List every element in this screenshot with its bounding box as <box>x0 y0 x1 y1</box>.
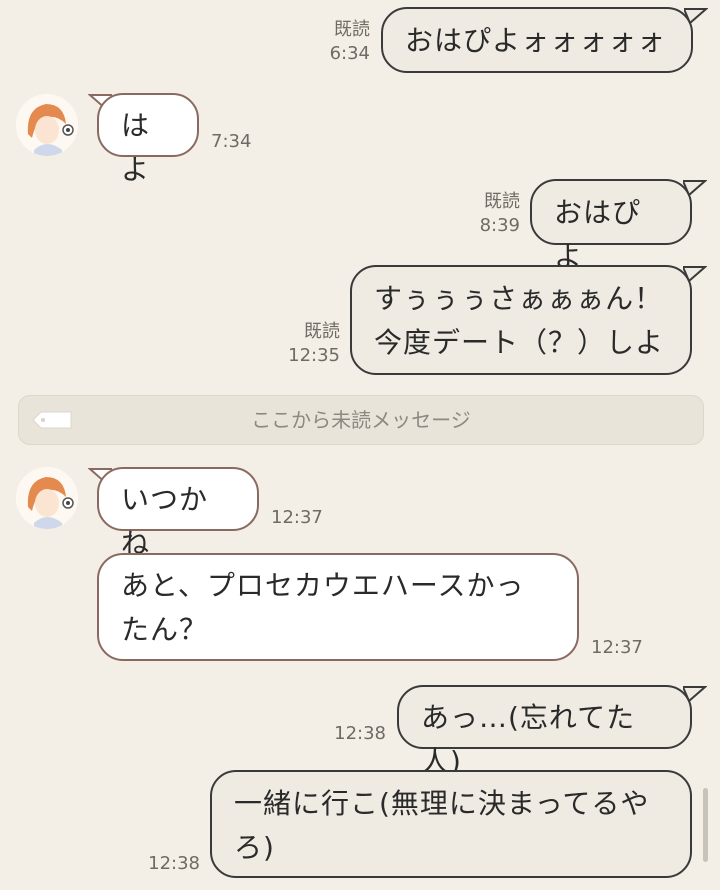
message-bubble-outgoing[interactable]: おはぴよ <box>530 179 692 273</box>
read-label: 既読 <box>484 191 520 212</box>
timestamp: 12:37 <box>271 507 323 528</box>
bubble-tail-outgoing <box>683 266 707 283</box>
read-label: 既読 <box>304 321 340 342</box>
message-text: はよ <box>121 109 151 186</box>
read-status-3: 既読 8:39 <box>450 190 520 238</box>
message-bubble-outgoing[interactable]: おはぴよォォォォォ <box>381 7 693 73</box>
bubble-tail-outgoing <box>683 180 707 197</box>
read-status-4: 既読 12:35 <box>270 320 340 368</box>
read-label: 既読 <box>334 19 370 40</box>
avatar-image <box>16 94 78 156</box>
unread-divider: ここから未読メッセージ <box>18 395 704 445</box>
timestamp: 12:37 <box>591 637 643 658</box>
bubble-tail-outgoing <box>683 686 707 703</box>
message-text: すぅぅぅさぁぁぁん！ 今度デート（？）しよ <box>374 282 665 359</box>
message-text: 一緒に行こ(無理に決まってるや ろ) <box>234 787 650 864</box>
avatar-image <box>16 467 78 529</box>
message-bubble-incoming[interactable]: はよ <box>97 93 199 186</box>
contact-avatar[interactable] <box>16 467 78 529</box>
message-bubble-incoming[interactable]: あと、プロセカウエハースかっ たん？ <box>97 553 579 661</box>
message-text: あと、プロセカウエハースかっ たん？ <box>121 569 525 646</box>
message-bubble-incoming[interactable]: いつかね <box>97 467 259 560</box>
unread-divider-label: ここから未読メッセージ <box>251 408 471 432</box>
timestamp: 12:35 <box>288 345 340 366</box>
unread-tag-icon <box>32 411 72 429</box>
timestamp: 12:38 <box>148 853 200 874</box>
contact-avatar[interactable] <box>16 94 78 156</box>
scrollbar[interactable] <box>703 788 708 862</box>
message-bubble-outgoing[interactable]: 一緒に行こ(無理に決まってるや ろ) <box>210 770 692 878</box>
message-bubble-outgoing[interactable]: あっ…(忘れてた人) <box>397 685 692 778</box>
timestamp: 12:38 <box>334 723 386 744</box>
read-status-1: 既読 6:34 <box>300 18 370 66</box>
message-bubble-outgoing[interactable]: すぅぅぅさぁぁぁん！ 今度デート（？）しよ <box>350 265 692 375</box>
message-text: おはぴよォォォォォ <box>405 24 667 57</box>
timestamp: 8:39 <box>479 215 520 236</box>
bubble-tail-outgoing <box>684 8 708 25</box>
timestamp: 7:34 <box>211 131 252 152</box>
timestamp: 6:34 <box>329 43 370 64</box>
